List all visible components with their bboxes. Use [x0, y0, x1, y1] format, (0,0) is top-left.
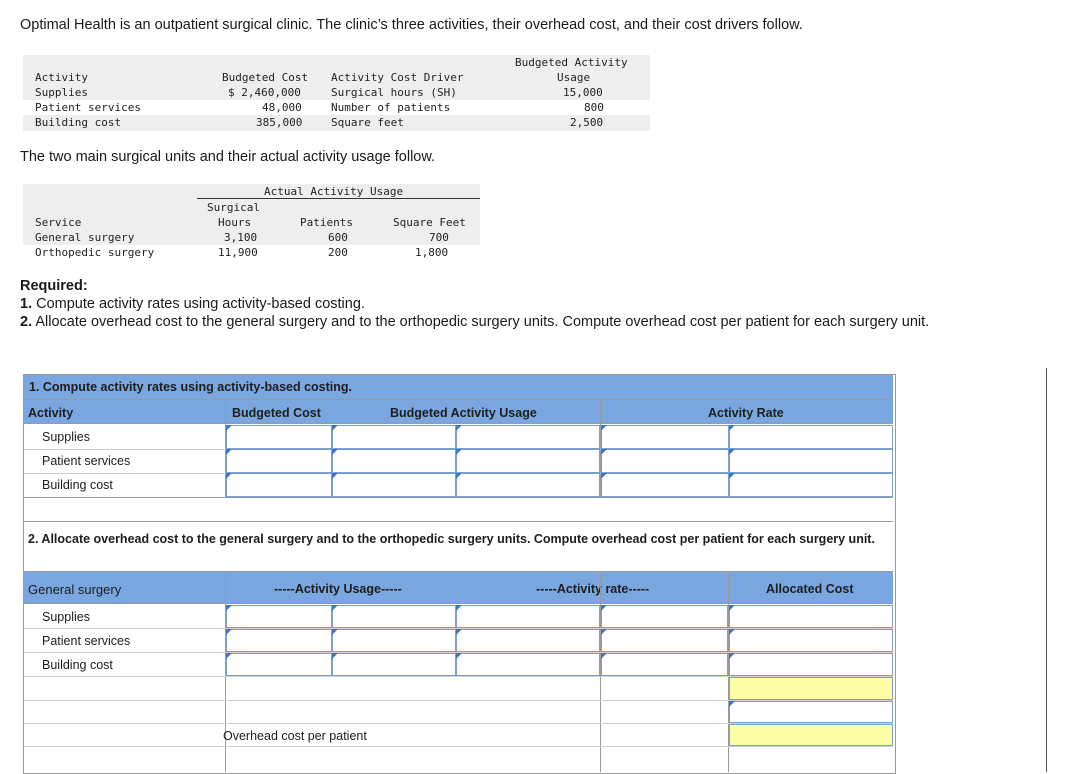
col-activity-rate: Activity Rate — [708, 406, 784, 420]
rate-input[interactable] — [456, 653, 600, 676]
required-title: Required: — [20, 278, 88, 294]
activity-usage-input[interactable] — [226, 605, 332, 628]
budgeted-usage-input[interactable] — [332, 473, 456, 497]
activity-usage-unit-input[interactable] — [332, 605, 456, 628]
activity-rate-unit-input[interactable] — [729, 449, 893, 473]
t1-row-usage: 15,000 — [563, 86, 603, 99]
t2-row-patients: 600 — [328, 231, 348, 244]
overhead-per-patient-value[interactable] — [729, 724, 893, 746]
required-item2: Allocate overhead cost to the general su… — [35, 314, 930, 330]
part2-row-label: Patient services — [42, 634, 131, 648]
col-activity-usage: -----Activity Usage----- — [274, 582, 402, 596]
activity-rate-unit-input[interactable] — [729, 425, 893, 449]
t2-header-surgical-2: Hours — [218, 216, 252, 229]
budgeted-cost-input[interactable] — [226, 473, 332, 497]
t1-header-usage-2: Usage — [557, 71, 591, 84]
col-activity-rate-2: -----Activity rate----- — [536, 582, 650, 596]
usage-unit-input[interactable] — [456, 425, 600, 449]
t1-row-activity: Building cost — [35, 116, 122, 129]
t1-row-cost: 385,000 — [256, 116, 303, 129]
t2-row-patients: 200 — [328, 246, 348, 259]
t1-row-driver: Number of patients — [331, 101, 451, 114]
part2-row-label: Supplies — [42, 610, 90, 624]
required-item2-num: 2. — [20, 314, 33, 330]
t1-header-usage-1: Budgeted Activity — [515, 56, 628, 69]
patients-count-input[interactable] — [729, 701, 893, 723]
t1-row-usage: 800 — [584, 101, 604, 114]
t1-header-driver: Activity Cost Driver — [331, 71, 464, 84]
activity-rate-unit-input[interactable] — [729, 473, 893, 497]
t2-row-hours: 3,100 — [224, 231, 258, 244]
t1-header-activity: Activity — [35, 71, 88, 84]
t2-header-sqft: Square Feet — [393, 216, 466, 229]
usage-unit-input[interactable] — [456, 473, 600, 497]
rate-input[interactable] — [456, 605, 600, 628]
usage-unit-input[interactable] — [456, 449, 600, 473]
part1-row-label: Building cost — [42, 478, 113, 492]
part1-title: 1. Compute activity rates using activity… — [24, 375, 893, 400]
budgeted-usage-input[interactable] — [332, 425, 456, 449]
budgeted-cost-input[interactable] — [226, 425, 332, 449]
t1-row-activity: Supplies — [35, 86, 88, 99]
budgeted-cost-input[interactable] — [226, 449, 332, 473]
t1-row-driver: Surgical hours (SH) — [331, 86, 457, 99]
col-budgeted-activity-usage: Budgeted Activity Usage — [390, 406, 537, 420]
part2-row-label: Building cost — [42, 658, 113, 672]
activity-rate-input[interactable] — [601, 449, 729, 473]
col-allocated-cost: Allocated Cost — [766, 582, 854, 596]
required-item1-num: 1. — [20, 296, 33, 312]
t1-row-cost: 48,000 — [262, 101, 302, 114]
t1-row-cost: $ 2,460,000 — [228, 86, 301, 99]
rate-input[interactable] — [456, 629, 600, 652]
allocated-cost-input[interactable] — [729, 605, 893, 628]
col-budgeted-cost: Budgeted Cost — [232, 406, 321, 420]
activity-usage-input[interactable] — [226, 653, 332, 676]
col-activity: Activity — [28, 406, 74, 420]
t2-row-hours: 11,900 — [218, 246, 258, 259]
t2-group-header: Actual Activity Usage — [264, 185, 404, 198]
activity-rate-input[interactable] — [601, 425, 729, 449]
t2-header-service: Service — [35, 216, 82, 229]
part1-row-label: Patient services — [42, 454, 131, 468]
t2-row-service: General surgery — [35, 231, 135, 244]
total-allocated-cost[interactable] — [729, 677, 893, 700]
t2-row-sqft: 700 — [429, 231, 449, 244]
follow-text: The two main surgical units and their ac… — [20, 149, 436, 165]
scrollbar[interactable] — [1046, 368, 1047, 772]
budgeted-usage-input[interactable] — [332, 449, 456, 473]
part2-title: 2. Allocate overhead cost to the general… — [28, 532, 875, 546]
problem-intro: Optimal Health is an outpatient surgical… — [20, 17, 803, 33]
t2-header-surgical-1: Surgical — [207, 201, 260, 214]
activity-usage-input[interactable] — [226, 629, 332, 652]
overhead-per-patient-label: Overhead cost per patient — [223, 729, 367, 743]
part1-row-label: Supplies — [42, 430, 90, 444]
t2-header-patients: Patients — [300, 216, 353, 229]
activity-usage-unit-input[interactable] — [332, 629, 456, 652]
activity-rate-input[interactable] — [601, 473, 729, 497]
allocated-cost-input[interactable] — [729, 653, 893, 676]
rate-unit-input[interactable] — [601, 629, 728, 652]
part2-unit-header: General surgery — [28, 582, 122, 597]
answer-table: 1. Compute activity rates using activity… — [23, 374, 896, 774]
required-item1: Compute activity rates using activity-ba… — [36, 296, 365, 312]
t2-row-sqft: 1,800 — [415, 246, 449, 259]
rate-unit-input[interactable] — [601, 605, 728, 628]
required-section: Required: 1. Compute activity rates usin… — [20, 277, 940, 331]
rate-unit-input[interactable] — [601, 653, 728, 676]
activity-usage-unit-input[interactable] — [332, 653, 456, 676]
t1-row-driver: Square feet — [331, 116, 404, 129]
t1-header-budgeted-cost: Budgeted Cost — [222, 71, 309, 84]
allocated-cost-input[interactable] — [729, 629, 893, 652]
t2-row-service: Orthopedic surgery — [35, 246, 155, 259]
t1-row-usage: 2,500 — [570, 116, 604, 129]
t1-row-activity: Patient services — [35, 101, 141, 114]
